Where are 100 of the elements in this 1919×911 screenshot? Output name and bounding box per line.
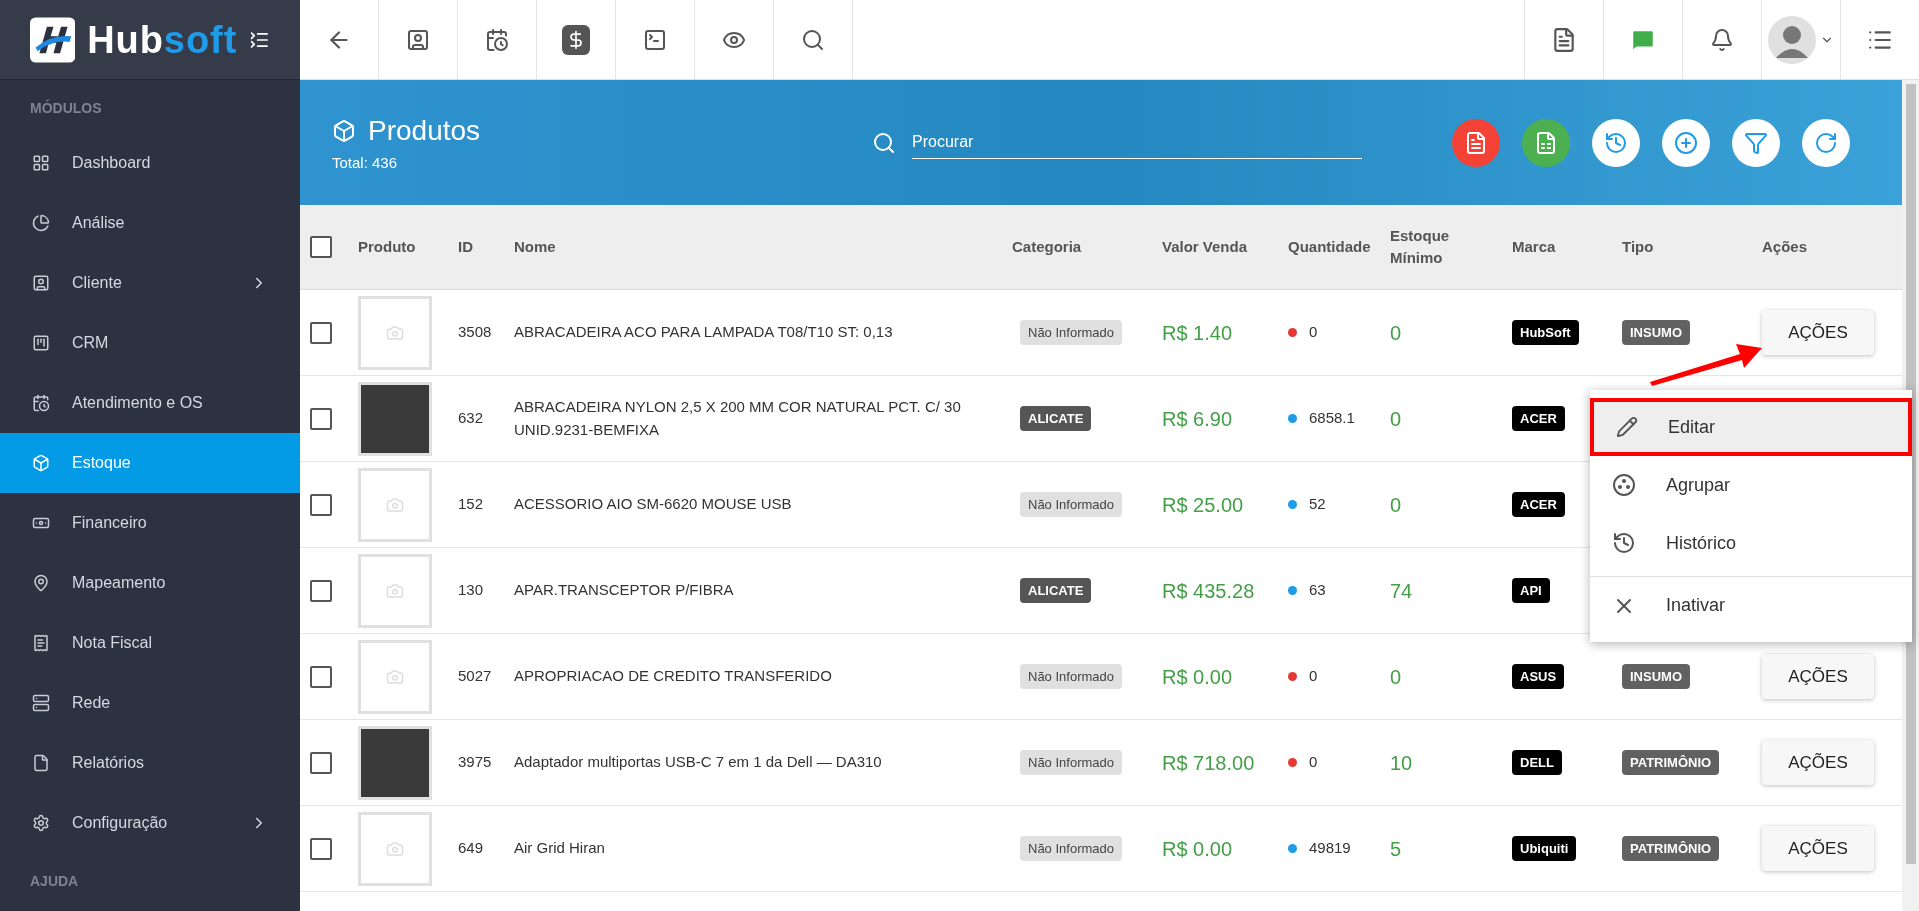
category-tag: Não Informado (1020, 749, 1122, 776)
brand-tag: ASUS (1512, 663, 1565, 690)
add-button[interactable] (1662, 118, 1710, 167)
column-header: Tipo (1622, 236, 1654, 257)
camera-icon (386, 323, 404, 342)
page-title: Produtos (368, 114, 481, 149)
column-header: Produto (358, 236, 416, 257)
quantity: 49819 (1309, 838, 1351, 859)
minimum-stock: 0 (1390, 407, 1402, 430)
quantity: 0 (1309, 752, 1318, 773)
minimum-stock: 0 (1390, 493, 1402, 516)
checkbox[interactable] (310, 321, 332, 344)
grid-icon (32, 154, 50, 172)
column-header: Valor Venda (1162, 236, 1248, 257)
pdf-export-button[interactable] (1452, 118, 1500, 167)
product-id: 632 (458, 409, 484, 427)
sidebar-item[interactable]: Rede (0, 673, 300, 733)
checkbox[interactable] (310, 236, 332, 258)
product-name: ABRACADEIRA NYLON 2,5 X 200 MM COR NATURAL PCT. C/ 30 UNID.9231-BEMFIXA (514, 398, 961, 438)
category-tag: Não Informado (1020, 491, 1122, 518)
section-title: AJUDA (29, 872, 80, 891)
minimum-stock: 74 (1390, 579, 1413, 602)
checkbox[interactable] (310, 665, 332, 688)
sale-price: R$ 25.00 (1162, 493, 1244, 516)
pdf-document-icon[interactable] (1551, 26, 1577, 53)
dollar-icon[interactable] (562, 24, 590, 55)
type-tag: INSUMO (1622, 663, 1690, 690)
column-header: ID (458, 236, 473, 257)
menu-item[interactable]: Agrupar (1590, 456, 1912, 514)
brand-tag: ACER (1512, 405, 1565, 432)
checkbox[interactable] (310, 751, 332, 774)
sidebar-item[interactable]: Cliente (0, 253, 300, 313)
actions-button[interactable]: AÇÕES (1762, 654, 1874, 699)
history-icon (1604, 130, 1628, 155)
column-header: Quantidade (1288, 236, 1371, 257)
actions-button[interactable]: AÇÕES (1762, 310, 1874, 355)
checkbox[interactable] (310, 407, 332, 430)
product-id: 649 (458, 839, 484, 857)
sale-price: R$ 6.90 (1162, 407, 1233, 430)
filter-button[interactable] (1732, 118, 1780, 167)
avatar-icon[interactable] (1768, 15, 1816, 64)
category-tag: Não Informado (1020, 319, 1122, 346)
search-field[interactable]: Procurar (912, 126, 1362, 159)
menu-item[interactable]: Histórico (1590, 514, 1912, 572)
checkbox[interactable] (310, 493, 332, 516)
quantity: 52 (1309, 494, 1326, 515)
sidebar-item[interactable]: Nota Fiscal (0, 613, 300, 673)
sidebar-item[interactable]: Análise (0, 193, 300, 253)
menu-item[interactable]: Inativar (1590, 576, 1912, 634)
camera-icon (386, 581, 404, 600)
search-icon[interactable] (801, 27, 825, 52)
refresh-button[interactable] (1802, 118, 1850, 167)
calendar-clock-icon[interactable] (485, 27, 509, 52)
terminal-icon[interactable] (643, 27, 667, 52)
sidebar-item[interactable]: Configuração (0, 793, 300, 853)
box-icon (32, 454, 50, 472)
notifications-icon[interactable] (1710, 27, 1734, 52)
sidebar-item[interactable]: Relatórios (0, 733, 300, 793)
sale-price: R$ 0.00 (1162, 665, 1233, 688)
actions-button[interactable]: AÇÕES (1762, 740, 1874, 785)
sidebar-item[interactable]: CRM (0, 313, 300, 373)
refresh-icon (1814, 130, 1838, 155)
brand-tag: Ubiquiti (1512, 835, 1577, 862)
brand-tag: API (1512, 577, 1550, 604)
product-name: ACESSORIO AIO SM-6620 MOUSE USB (514, 495, 792, 513)
excel-export-button[interactable] (1522, 118, 1570, 167)
quantity: 0 (1309, 322, 1318, 343)
total-count: Total: 436 (332, 153, 399, 174)
checkbox[interactable] (310, 837, 332, 860)
column-header: Ações (1762, 236, 1808, 257)
product-name: APROPRIACAO DE CREDITO TRANSFERIDO (514, 667, 832, 685)
type-tag: PATRIMÔNIO (1622, 749, 1720, 776)
filter-icon (1744, 130, 1768, 155)
sidebar-item[interactable]: Financeiro (0, 493, 300, 553)
minimum-stock: 0 (1390, 321, 1402, 344)
add-icon (1674, 130, 1698, 155)
contact-card-icon[interactable] (406, 27, 430, 52)
history-button[interactable] (1592, 118, 1640, 167)
checkbox[interactable] (310, 579, 332, 602)
sidebar-item[interactable]: Mapeamento (0, 553, 300, 613)
history-icon (1612, 531, 1636, 555)
logo-text: Hubsoft (87, 20, 238, 59)
sidebar-item[interactable]: Atendimento e OS (0, 373, 300, 433)
contact-card-icon (32, 274, 50, 292)
section-title: MÓDULOS (29, 98, 103, 118)
board-icon (32, 334, 50, 352)
product-id: 130 (458, 581, 484, 599)
sale-price: R$ 435.28 (1162, 579, 1255, 602)
settings-icon (32, 814, 50, 832)
receipt-icon (32, 634, 50, 652)
pdf-document-icon (1464, 130, 1488, 155)
server-icon (32, 694, 50, 712)
category-tag: ALICATE (1020, 577, 1092, 604)
actions-button[interactable]: AÇÕES (1762, 826, 1874, 871)
product-name: Adaptador multiportas USB-C 7 em 1 da Dell — DA310 (514, 753, 882, 771)
sidebar-item[interactable]: Dashboard (0, 133, 300, 193)
menu-item[interactable]: Editar (1590, 398, 1912, 456)
product-id: 152 (458, 495, 484, 513)
product-id: 5027 (458, 667, 492, 685)
brand-tag: ACER (1512, 491, 1565, 518)
